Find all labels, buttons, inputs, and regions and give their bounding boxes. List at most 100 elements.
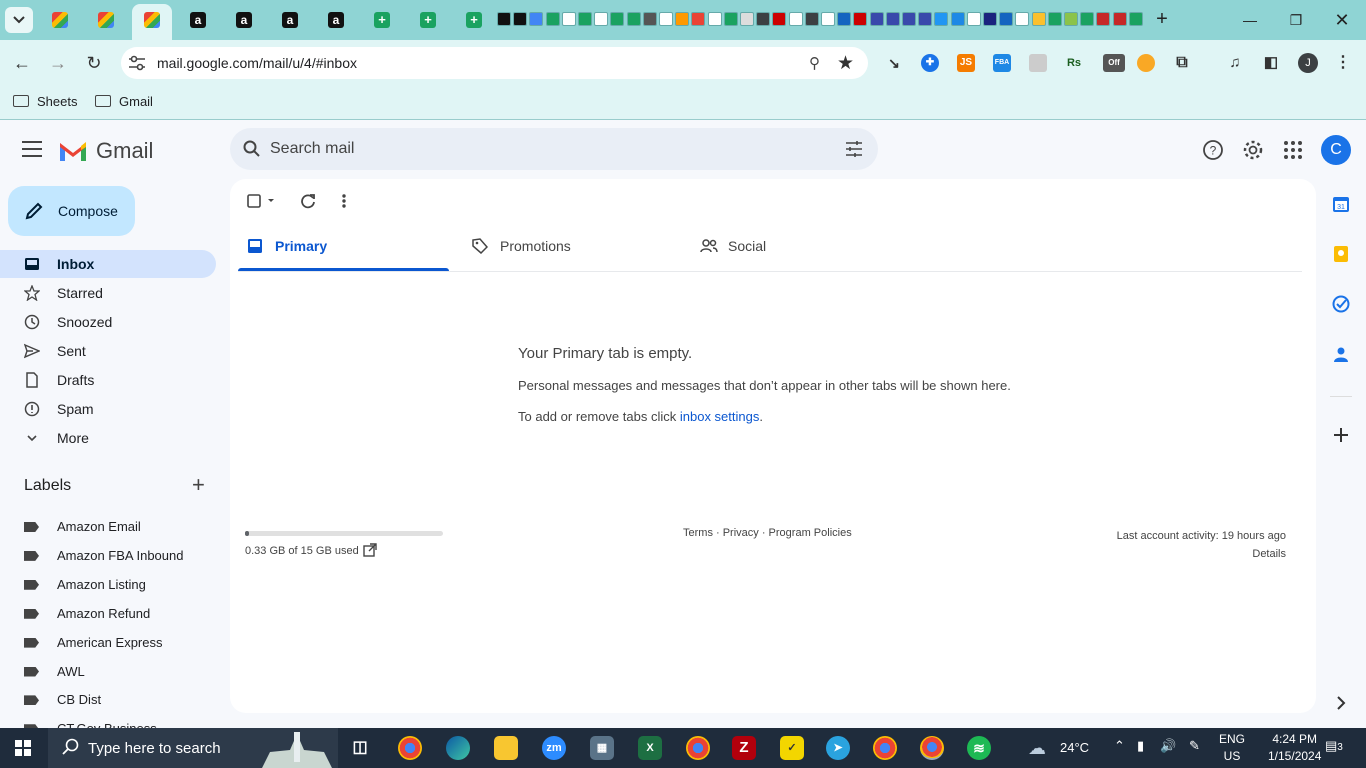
tab-sheets[interactable]: +	[417, 8, 439, 30]
tab-favicon-icon[interactable]	[691, 12, 706, 26]
back-button[interactable]: ←	[9, 50, 35, 76]
sidebar-item-inbox[interactable]: Inbox	[0, 250, 216, 278]
contacts-icon[interactable]	[1332, 345, 1350, 363]
bookmark-sheets[interactable]: Sheets	[13, 93, 77, 111]
help-icon[interactable]: ?	[1202, 139, 1224, 161]
minimize-button[interactable]: —	[1238, 8, 1262, 32]
tab-sheets[interactable]: +	[463, 8, 485, 30]
extension-js-icon[interactable]: JS	[957, 54, 975, 72]
label-item[interactable]: Amazon Refund	[0, 601, 216, 627]
tab-favicon-icon[interactable]	[1064, 12, 1078, 26]
sidebar-item-spam[interactable]: Spam	[0, 395, 216, 423]
tab-favicon-icon[interactable]	[513, 12, 528, 26]
chrome-icon[interactable]	[398, 736, 422, 760]
tab-favicon-icon[interactable]	[1112, 12, 1127, 26]
extension-plus-icon[interactable]: ✚	[921, 54, 939, 72]
tab-primary[interactable]: Primary	[235, 179, 449, 271]
tab-favicon-icon[interactable]	[1080, 12, 1095, 26]
tab-favicon-icon[interactable]	[869, 12, 884, 26]
chrome-active-icon[interactable]	[920, 736, 944, 760]
tab-favicon-icon[interactable]	[821, 12, 835, 26]
chevron-right-icon[interactable]	[1332, 694, 1350, 712]
label-item[interactable]: Amazon Email	[0, 514, 216, 540]
tab-favicon-icon[interactable]	[529, 12, 544, 26]
tab-favicon-icon[interactable]	[707, 12, 722, 26]
sidebar-item-snoozed[interactable]: Snoozed	[0, 308, 216, 336]
bookmark-star-icon[interactable]: ★	[837, 52, 854, 75]
tab-favicon-icon[interactable]	[772, 12, 787, 26]
tab-amazon[interactable]: a	[279, 8, 301, 30]
windows-start-icon[interactable]	[15, 740, 31, 756]
taskbar-search-box[interactable]: Type here to search	[48, 728, 338, 768]
tab-amazon[interactable]: a	[233, 8, 255, 30]
excel-icon[interactable]: X	[638, 736, 662, 760]
address-bar[interactable]: mail.google.com/mail/u/4/#inbox ⚲ ★	[121, 47, 868, 79]
account-avatar[interactable]: C	[1321, 135, 1351, 165]
compose-button[interactable]: Compose	[8, 186, 135, 236]
apps-grid-icon[interactable]	[1282, 139, 1304, 161]
forward-button[interactable]: →	[45, 50, 71, 76]
browser-menu-icon[interactable]: ⋮	[1334, 54, 1352, 72]
tab-sheets[interactable]: +	[371, 8, 393, 30]
tab-favicon-icon[interactable]	[642, 12, 657, 26]
zoom-icon[interactable]: zm	[542, 736, 566, 760]
tray-overflow-icon[interactable]: ⌃	[1114, 738, 1125, 754]
task-view-icon[interactable]: ◫	[348, 736, 372, 760]
weather-temperature[interactable]: 24°C	[1060, 740, 1089, 755]
restore-button[interactable]: ❐	[1284, 8, 1308, 32]
tab-favicon-icon[interactable]	[934, 12, 949, 26]
sidebar-item-drafts[interactable]: Drafts	[0, 366, 216, 394]
weather-cloud-icon[interactable]: ☁	[1028, 738, 1046, 759]
tab-favicon-icon[interactable]	[1047, 12, 1062, 26]
volume-icon[interactable]: 🔊	[1160, 738, 1176, 754]
get-add-ons-icon[interactable]	[1332, 426, 1350, 444]
tab-favicon-icon[interactable]	[950, 12, 965, 26]
tab-amazon[interactable]: a	[325, 8, 347, 30]
sidebar-item-starred[interactable]: Starred	[0, 279, 216, 307]
tab-favicon-icon[interactable]	[626, 12, 641, 26]
tab-promotions[interactable]: Promotions	[460, 179, 674, 271]
tab-favicon-icon[interactable]	[902, 12, 916, 26]
label-item[interactable]: AWL	[0, 659, 216, 685]
tab-favicon-icon[interactable]	[1128, 12, 1143, 26]
search-icon[interactable]	[243, 140, 261, 158]
search-bar[interactable]: Search mail	[230, 128, 878, 170]
tab-favicon-icon[interactable]	[999, 12, 1014, 26]
zoom-icon[interactable]: ⚲	[809, 54, 820, 72]
telegram-icon[interactable]: ➤	[826, 736, 850, 760]
tab-favicon-icon[interactable]	[723, 12, 738, 26]
taskbar-search-placeholder[interactable]: Type here to search	[88, 740, 221, 757]
open-storage-icon[interactable]	[363, 543, 377, 557]
add-label-icon[interactable]: +	[192, 474, 205, 496]
main-menu-icon[interactable]	[22, 141, 42, 162]
media-control-icon[interactable]: ♫	[1226, 54, 1244, 72]
tab-amazon[interactable]: a	[187, 8, 209, 30]
browser-profile-avatar[interactable]: J	[1298, 53, 1318, 73]
extension-cursor-icon[interactable]: ↘	[885, 54, 903, 72]
details-link[interactable]: Details	[1117, 545, 1286, 563]
label-item[interactable]: American Express	[0, 630, 216, 656]
tab-favicon-icon[interactable]	[1015, 12, 1030, 26]
chrome-profile-icon[interactable]	[686, 736, 710, 760]
input-language[interactable]: ENG US	[1219, 731, 1245, 765]
tab-favicon-icon[interactable]	[675, 12, 690, 26]
footer-links[interactable]: Terms · Privacy · Program Policies	[683, 527, 852, 539]
tab-favicon-icon[interactable]	[578, 12, 592, 26]
tab-social[interactable]: Social	[688, 179, 902, 271]
filezilla-icon[interactable]: Z	[732, 736, 756, 760]
new-tab-button[interactable]: +	[1151, 8, 1173, 30]
tab-favicon-icon[interactable]	[918, 12, 933, 26]
keep-icon[interactable]	[1332, 245, 1350, 263]
tab-favicon-icon[interactable]	[756, 12, 771, 26]
calculator-icon[interactable]: ▦	[590, 736, 614, 760]
file-explorer-icon[interactable]	[494, 736, 518, 760]
tab-favicon-icon[interactable]	[966, 12, 981, 26]
tasks-icon[interactable]	[1332, 295, 1350, 313]
sidebar-item-more[interactable]: More	[0, 424, 216, 452]
tab-favicon-icon[interactable]	[788, 12, 803, 26]
tab-favicon-icon[interactable]	[610, 12, 625, 26]
label-item[interactable]: Amazon Listing	[0, 572, 216, 598]
extension-fba-icon[interactable]: FBA	[993, 54, 1011, 72]
close-window-button[interactable]: ✕	[1330, 8, 1354, 32]
tab-favicon-icon[interactable]	[545, 12, 560, 26]
